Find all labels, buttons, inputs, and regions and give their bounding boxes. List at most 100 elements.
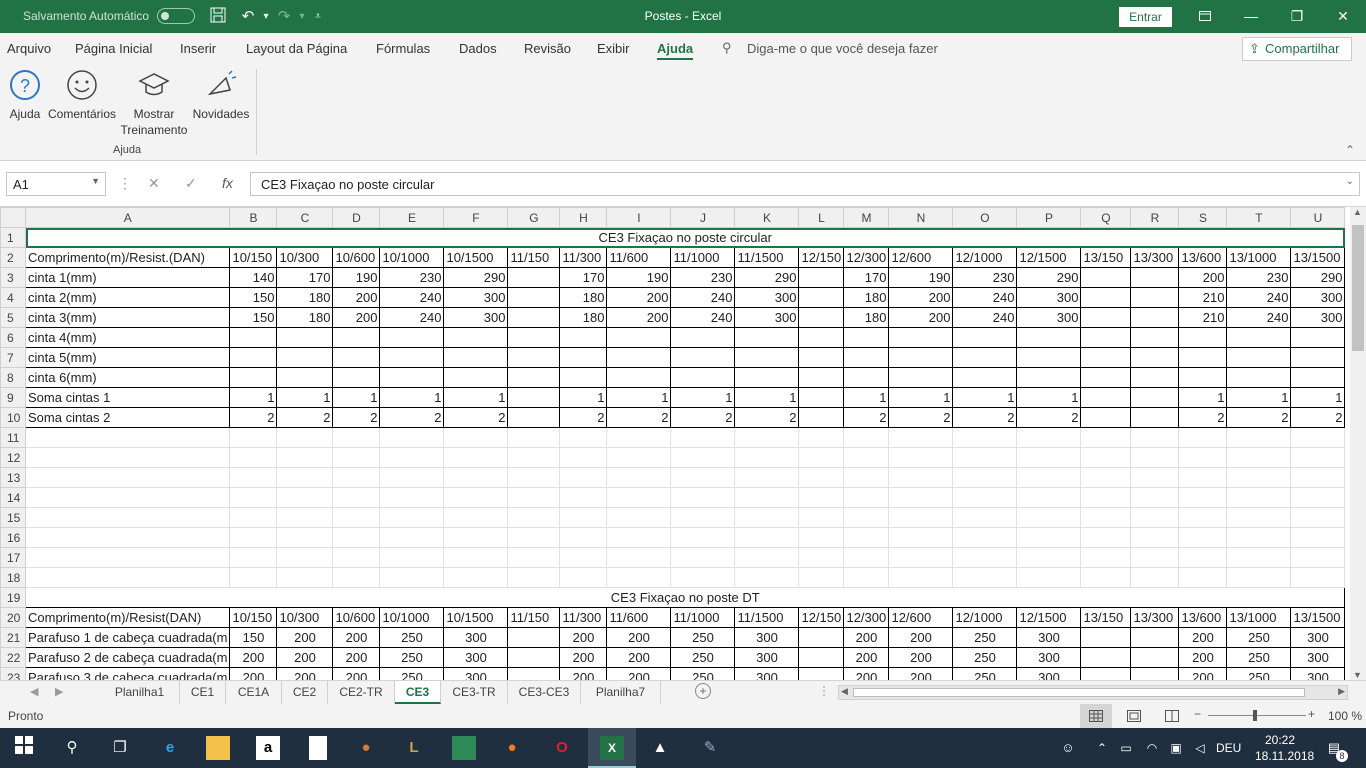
cell[interactable]: 250 [379,667,445,680]
cell[interactable] [798,507,845,528]
cell[interactable] [24,467,231,488]
cell[interactable] [1016,567,1082,588]
tab-prev-icon[interactable]: ◀ [30,685,38,698]
cell[interactable]: 1 [559,387,608,408]
cell[interactable] [276,447,334,468]
cell[interactable] [1290,467,1346,488]
cell[interactable] [734,427,800,448]
cell[interactable] [1130,567,1180,588]
cell[interactable] [1226,327,1292,348]
baseball-glove-icon[interactable]: ● [354,736,378,760]
cell[interactable]: 300 [1016,647,1082,668]
cell[interactable]: 10/300 [276,247,334,268]
cell[interactable]: 200 [276,627,334,648]
row-header[interactable]: 2 [0,247,26,268]
cell[interactable] [332,487,381,508]
cell[interactable]: 1 [1178,387,1228,408]
cell[interactable]: 200 [1178,627,1228,648]
row-header[interactable]: 11 [0,427,26,448]
cell[interactable] [843,547,890,568]
cell[interactable]: 200 [843,667,890,680]
cell[interactable] [379,427,445,448]
cell[interactable] [888,507,954,528]
cell[interactable]: 200 [888,287,954,308]
cell[interactable]: 13/600 [1178,247,1228,268]
cell[interactable] [1130,407,1180,428]
cell[interactable]: 1 [379,387,445,408]
row-header[interactable]: 18 [0,567,26,588]
cell[interactable] [606,567,672,588]
cell[interactable] [1226,447,1292,468]
cell[interactable]: 1 [332,387,381,408]
cell[interactable]: 12/300 [843,607,890,628]
cell[interactable] [1178,327,1228,348]
cell[interactable]: 2 [332,407,381,428]
cell[interactable] [843,347,890,368]
cell[interactable]: 200 [606,647,672,668]
cell[interactable] [229,367,278,388]
row-header[interactable]: 14 [0,487,26,508]
cell[interactable] [1290,347,1346,368]
cell[interactable] [332,327,381,348]
cell[interactable] [332,447,381,468]
insert-function-icon[interactable]: fx [222,175,233,191]
cell[interactable] [1080,347,1132,368]
cell[interactable] [843,367,890,388]
cell[interactable] [1016,467,1082,488]
cell[interactable] [1130,467,1180,488]
cell[interactable] [507,347,561,368]
cell[interactable]: 10/150 [229,247,278,268]
cell[interactable] [1080,507,1132,528]
row-header[interactable]: 17 [0,547,26,568]
cell[interactable] [332,467,381,488]
cell[interactable] [1178,527,1228,548]
cell[interactable] [1130,667,1180,680]
cell[interactable] [507,287,561,308]
cell[interactable]: 12/300 [843,247,890,268]
cell[interactable] [379,347,445,368]
cell[interactable] [1290,567,1346,588]
cell[interactable] [734,327,800,348]
cell[interactable] [1016,367,1082,388]
cell[interactable] [1080,407,1132,428]
sheet-tab[interactable]: CE2 [282,681,328,704]
cell[interactable] [1080,567,1132,588]
cell[interactable]: 2 [443,407,509,428]
column-header[interactable]: F [443,207,509,228]
cell[interactable] [559,567,608,588]
cell[interactable] [1130,547,1180,568]
cell[interactable] [952,567,1018,588]
cell[interactable] [734,487,800,508]
menu-layout[interactable]: Layout da Página [246,41,347,56]
cell[interactable]: 200 [332,287,381,308]
cell[interactable] [1290,447,1346,468]
cell[interactable] [798,467,845,488]
cell[interactable] [843,327,890,348]
cell[interactable] [332,547,381,568]
cell[interactable]: 11/600 [606,247,672,268]
cell[interactable]: 1 [1016,387,1082,408]
menu-ajuda[interactable]: Ajuda [657,41,694,60]
cell[interactable] [332,567,381,588]
cell[interactable] [734,347,800,368]
row-header[interactable]: 10 [0,407,26,428]
sheet-tab[interactable]: CE3-CE3 [508,681,581,704]
cell[interactable] [1080,547,1132,568]
cell[interactable]: 230 [952,267,1018,288]
cell[interactable] [798,527,845,548]
cell[interactable] [1130,507,1180,528]
share-button[interactable]: ⇪ Compartilhar [1242,37,1352,61]
cell[interactable]: 300 [734,627,800,648]
cell[interactable]: 190 [332,267,381,288]
cell[interactable] [1290,527,1346,548]
cell[interactable] [1130,427,1180,448]
row-header[interactable]: 7 [0,347,26,368]
tray-chevron-icon[interactable]: ⌃ [1090,736,1114,760]
cell[interactable] [332,427,381,448]
cell[interactable] [559,447,608,468]
cell[interactable] [443,427,509,448]
cell[interactable] [888,567,954,588]
cell[interactable] [1080,647,1132,668]
cell[interactable]: 300 [1016,287,1082,308]
cell[interactable]: 240 [952,287,1018,308]
